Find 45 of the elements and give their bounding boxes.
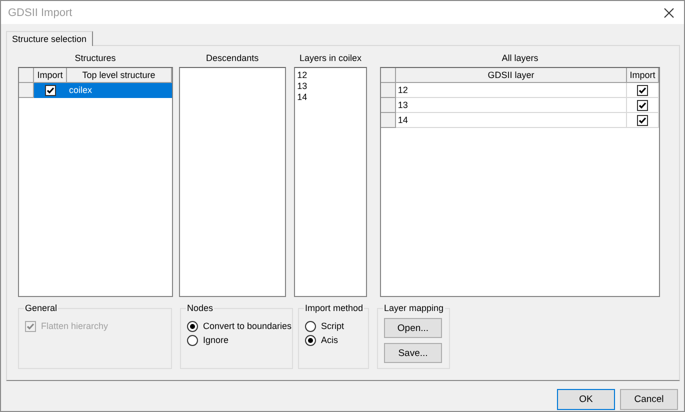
row-header[interactable] [380, 83, 396, 98]
checkbox[interactable] [637, 84, 648, 96]
group-label: Layer mapping [383, 302, 445, 314]
mapping-button[interactable]: Save... [384, 343, 442, 363]
row-header[interactable] [380, 113, 396, 128]
list-heading: All layers [500, 52, 540, 65]
dialog-button[interactable]: Cancel [620, 389, 678, 410]
row-header [19, 68, 34, 83]
list-item[interactable]: 12 [295, 70, 366, 81]
mapping-button[interactable]: Open... [384, 318, 442, 338]
group-label: General [24, 302, 58, 314]
radio-button[interactable] [187, 334, 198, 346]
radio-label: Ignore [203, 334, 229, 346]
radio-label: Script [321, 320, 344, 332]
radio-button[interactable] [187, 320, 198, 332]
checkbox[interactable] [44, 84, 56, 96]
column-header[interactable]: Import [627, 68, 660, 83]
dialog-button[interactable]: OK [557, 389, 615, 410]
group-label: Nodes [186, 302, 214, 314]
group-label: Import method [304, 302, 364, 314]
checkbox-label: Flatten hierarchy [41, 320, 108, 332]
column-header[interactable]: Top level structure [67, 68, 172, 83]
close-icon[interactable] [664, 8, 674, 18]
row-header[interactable] [380, 98, 396, 113]
radio-button[interactable] [305, 320, 316, 332]
radio-label: Convert to boundaries [203, 320, 292, 332]
table-cell: 12 [396, 83, 628, 98]
table-cell[interactable]: coilex [67, 83, 172, 98]
table-cell: 13 [396, 98, 628, 113]
radio-button[interactable] [305, 334, 316, 346]
table-cell: 14 [396, 113, 628, 128]
list-heading: Layers in coilex [298, 52, 363, 65]
checkbox[interactable] [637, 114, 648, 126]
list-heading: Descendants [205, 52, 260, 65]
radio-label: Acis [321, 334, 338, 346]
checkbox[interactable] [637, 100, 648, 110]
column-header[interactable]: GDSII layer [396, 68, 628, 83]
list-item[interactable]: 13 [295, 81, 366, 92]
list-heading: Structures [74, 52, 117, 65]
row-header [380, 68, 396, 83]
tab[interactable]: Structure selection [6, 31, 93, 46]
window-title: GDSII Import [8, 6, 72, 18]
list-item[interactable]: 14 [295, 92, 366, 103]
descendants-list[interactable] [178, 67, 286, 297]
column-header[interactable]: Import [34, 68, 67, 83]
